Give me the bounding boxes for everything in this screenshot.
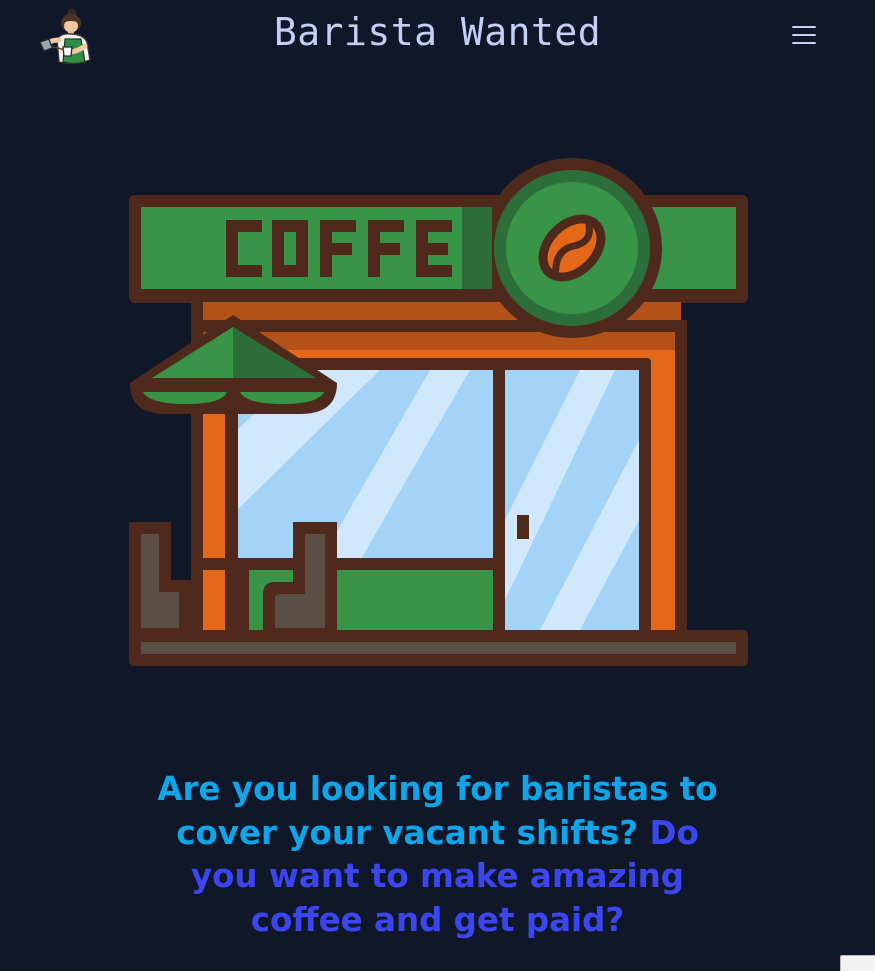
menu-toggle-button[interactable]	[786, 20, 822, 50]
navbar: Barista Wanted	[0, 0, 875, 72]
site-title: Barista Wanted	[273, 10, 602, 54]
coffee-shop-illustration	[129, 158, 748, 666]
landing-page: Barista Wanted Are you looking for baris…	[0, 0, 875, 971]
corner-badge	[840, 955, 875, 971]
headline-question-owners: Are you looking for baristas to cover yo…	[157, 770, 718, 852]
hero-headline: Are you looking for baristas to cover yo…	[140, 768, 735, 942]
